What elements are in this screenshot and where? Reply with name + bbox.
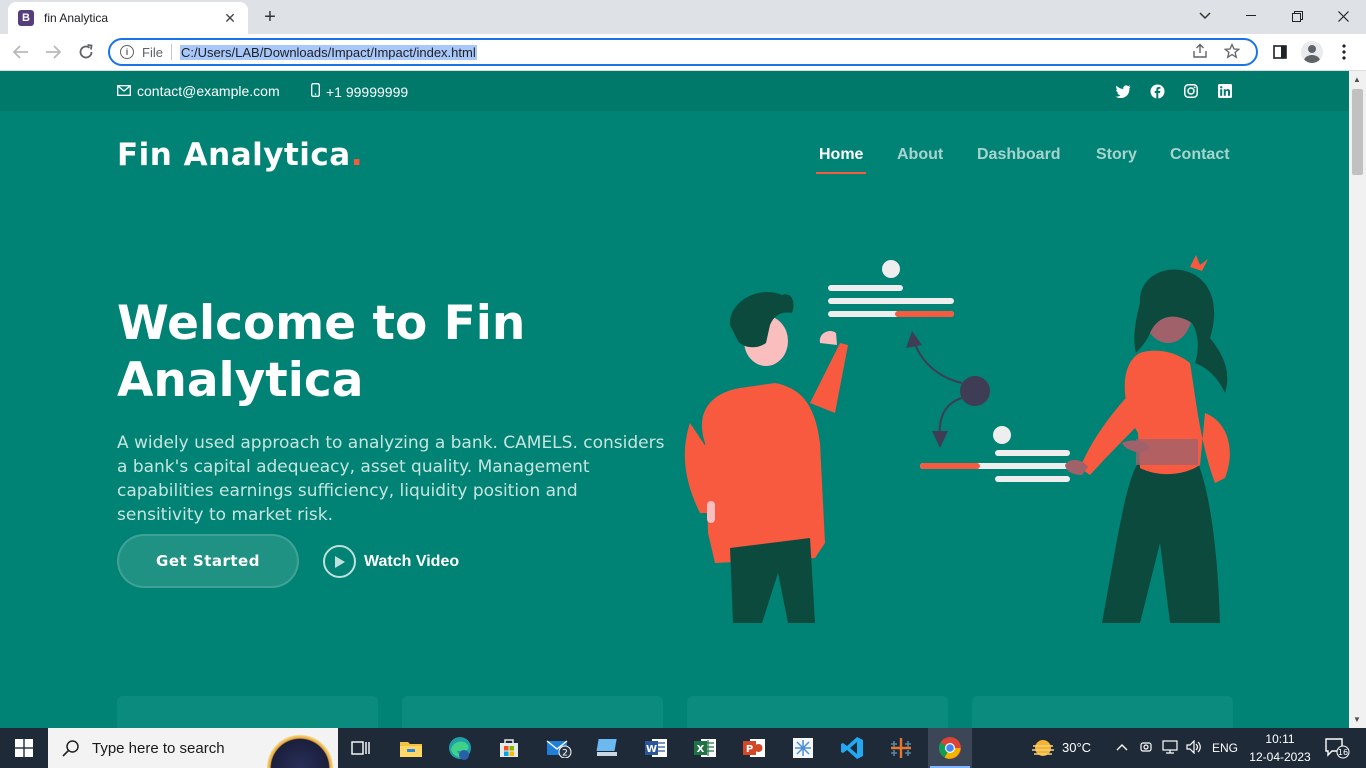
mail-icon[interactable]: 2 xyxy=(544,733,574,763)
nav-dashboard[interactable]: Dashboard xyxy=(977,146,1061,164)
get-started-button[interactable]: Get Started xyxy=(117,534,299,588)
phone-contact[interactable]: +1 99999999 xyxy=(311,83,408,100)
site-info-icon[interactable]: i xyxy=(120,45,134,59)
watch-video-label: Watch Video xyxy=(364,552,460,570)
address-bar[interactable]: i File C:/Users/LAB/Downloads/Impact/Imp… xyxy=(108,38,1258,66)
back-button[interactable] xyxy=(8,40,34,64)
feature-card xyxy=(117,696,378,728)
hero-title-line-1: Welcome to Fin xyxy=(117,296,526,351)
svg-text:X: X xyxy=(697,744,705,755)
linkedin-icon[interactable] xyxy=(1216,83,1234,99)
new-tab-button[interactable]: + xyxy=(258,6,282,28)
file-explorer-icon[interactable] xyxy=(396,733,426,763)
browser-tab[interactable]: B fin Analytica ✕ xyxy=(8,2,248,34)
microsoft-store-icon[interactable] xyxy=(494,733,524,763)
nav-about[interactable]: About xyxy=(897,146,943,164)
hero-description: A widely used approach to analyzing a ba… xyxy=(117,433,665,525)
start-button[interactable] xyxy=(0,728,48,768)
play-icon xyxy=(323,545,356,578)
page-viewport: contact@example.com +1 99999999 Fin Anal… xyxy=(0,71,1349,728)
bootstrap-favicon-icon: B xyxy=(18,10,34,26)
clock-date: 12-04-2023 xyxy=(1249,750,1311,764)
svg-text:P: P xyxy=(746,744,753,755)
url-separator xyxy=(170,44,172,60)
notification-center-icon[interactable]: 16 xyxy=(1322,733,1352,763)
weather-temperature[interactable]: 30°C xyxy=(1062,740,1091,755)
nav-home[interactable]: Home xyxy=(819,146,863,164)
contact-topbar: contact@example.com +1 99999999 xyxy=(0,71,1349,111)
scroll-up-icon[interactable]: ▲ xyxy=(1353,75,1361,84)
brand-dot: . xyxy=(350,137,363,173)
volume-icon[interactable] xyxy=(1186,739,1202,757)
remote-desktop-icon[interactable] xyxy=(593,733,623,763)
bookmark-star-icon[interactable] xyxy=(1223,42,1241,62)
brand-logo[interactable]: Fin Analytica. xyxy=(117,137,363,173)
excel-icon[interactable]: X xyxy=(690,733,720,763)
browser-toolbar: i File C:/Users/LAB/Downloads/Impact/Imp… xyxy=(0,34,1366,71)
instagram-icon[interactable] xyxy=(1182,83,1200,99)
avatar xyxy=(1301,41,1323,63)
hero-illustration xyxy=(684,255,1230,623)
side-panel-icon[interactable] xyxy=(1267,40,1293,64)
show-hidden-icons-chevron-icon[interactable] xyxy=(1116,739,1128,754)
minimize-button[interactable] xyxy=(1228,0,1274,32)
snip-tool-icon[interactable] xyxy=(788,733,818,763)
task-view-icon[interactable] xyxy=(346,733,376,763)
clock-time: 10:11 xyxy=(1265,732,1295,746)
location-icon[interactable] xyxy=(1140,740,1152,757)
word-icon[interactable]: W xyxy=(641,733,671,763)
hero-title: Welcome to Fin Analytica xyxy=(117,295,657,409)
phone-icon xyxy=(311,83,320,100)
url-text[interactable]: C:/Users/LAB/Downloads/Impact/Impact/ind… xyxy=(179,44,477,60)
chrome-icon[interactable] xyxy=(935,733,965,763)
search-highlight-art xyxy=(262,732,338,768)
tab-title: fin Analytica xyxy=(44,11,109,25)
close-tab-icon[interactable]: ✕ xyxy=(222,10,238,27)
page-scrollbar[interactable]: ▲ ▼ xyxy=(1349,71,1366,728)
nav-active-indicator xyxy=(816,172,866,174)
watch-video-button[interactable]: Watch Video xyxy=(323,545,459,578)
input-language[interactable]: ENG xyxy=(1212,741,1238,755)
weather-icon[interactable] xyxy=(1028,733,1058,763)
url-scheme-label: File xyxy=(142,44,163,60)
share-icon[interactable] xyxy=(1192,43,1208,62)
feature-card xyxy=(972,696,1233,728)
edge-browser-icon[interactable] xyxy=(445,733,475,763)
email-contact[interactable]: contact@example.com xyxy=(117,83,280,99)
notification-count: 16 xyxy=(1338,748,1348,757)
vscode-icon[interactable] xyxy=(837,733,867,763)
tableau-icon[interactable] xyxy=(886,733,916,763)
nav-story[interactable]: Story xyxy=(1096,146,1137,164)
search-icon xyxy=(62,740,79,757)
feature-card xyxy=(402,696,663,728)
clock[interactable]: 10:11 12-04-2023 xyxy=(1248,732,1312,764)
search-placeholder: Type here to search xyxy=(92,739,225,757)
nav-contact[interactable]: Contact xyxy=(1170,146,1230,164)
forward-button[interactable] xyxy=(40,40,66,64)
tab-search-button[interactable] xyxy=(1182,0,1228,32)
profile-button[interactable] xyxy=(1299,40,1325,64)
reload-button[interactable] xyxy=(73,40,99,64)
hero-title-line-2: Analytica xyxy=(117,353,364,408)
powerpoint-icon[interactable]: P xyxy=(739,733,769,763)
email-text: contact@example.com xyxy=(137,83,280,99)
svg-text:W: W xyxy=(646,744,657,755)
windows-taskbar: Type here to search 2 W X P 30°C ENG 10:… xyxy=(0,728,1366,768)
windows-logo-icon xyxy=(15,739,33,757)
feature-card xyxy=(687,696,948,728)
envelope-icon xyxy=(117,83,131,99)
scroll-thumb[interactable] xyxy=(1352,89,1363,175)
brand-name: Fin Analytica xyxy=(117,137,351,173)
menu-kebab-icon[interactable] xyxy=(1331,40,1357,64)
twitter-icon[interactable] xyxy=(1114,83,1132,99)
scroll-down-icon[interactable]: ▼ xyxy=(1353,715,1361,724)
tab-strip: B fin Analytica ✕ + xyxy=(0,0,1366,34)
phone-text: +1 99999999 xyxy=(326,83,409,100)
facebook-icon[interactable] xyxy=(1148,83,1166,99)
mail-unread-badge: 2 xyxy=(562,749,568,759)
restore-button[interactable] xyxy=(1274,0,1320,32)
close-window-button[interactable] xyxy=(1320,0,1366,32)
taskbar-search-box[interactable]: Type here to search xyxy=(48,728,338,768)
network-icon[interactable] xyxy=(1162,740,1178,757)
